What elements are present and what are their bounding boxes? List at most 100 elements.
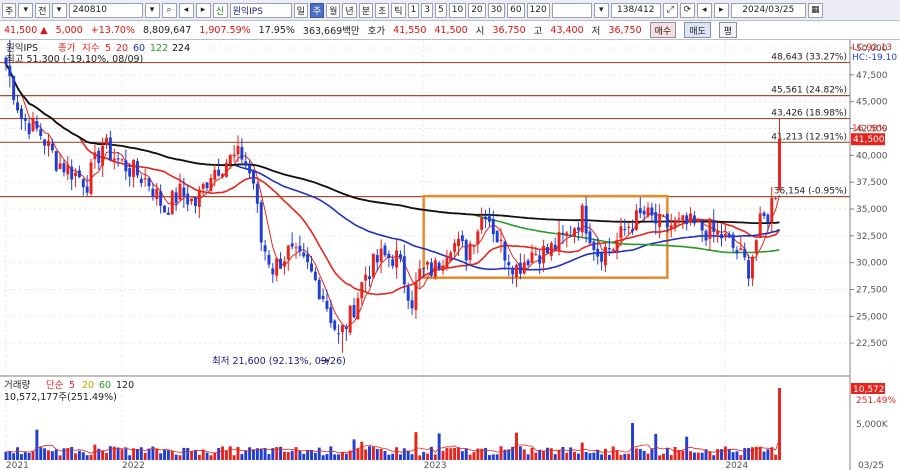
volume-bar (39, 447, 43, 460)
volume-bar (426, 453, 430, 460)
prev-date-icon[interactable]: ◂ (696, 2, 712, 18)
flat-button[interactable]: 평 (718, 22, 738, 38)
candle-body (445, 257, 449, 269)
volume-bar (12, 453, 16, 460)
volume-bar (252, 449, 255, 460)
volume-bar (16, 447, 20, 460)
candle-body (457, 238, 460, 247)
period-tick-tab[interactable]: 틱 (391, 2, 406, 18)
chevron-down-icon[interactable]: ▾ (18, 2, 34, 18)
candle-body (124, 160, 128, 172)
volume-current-label: 10,572K (853, 385, 891, 395)
volume-bar (669, 455, 673, 460)
candle-body (534, 253, 538, 255)
volume-bar (282, 451, 286, 460)
candle-body (290, 243, 294, 247)
period-minute-tab[interactable]: 분 (358, 2, 373, 18)
stock-code-input[interactable]: 240810 (68, 2, 143, 18)
interval-60-button[interactable]: 60 (507, 2, 525, 18)
candle-body (74, 172, 78, 177)
volume-bar (120, 449, 124, 460)
period-month-tab[interactable]: 월 (326, 2, 341, 18)
candle-body (422, 268, 426, 270)
sell-button[interactable]: 매도 (684, 22, 711, 38)
period-second-tab[interactable]: 초 (374, 2, 390, 18)
candle-body (395, 250, 399, 268)
volume-bar (576, 453, 580, 460)
y-tick-label: 30,000 (856, 259, 888, 269)
period-year-tab[interactable]: 년 (342, 2, 357, 18)
volume-bar (418, 455, 422, 460)
interval-1-button[interactable]: 1 (407, 2, 420, 18)
candle-body (774, 198, 778, 200)
y-tick-label: 25,000 (856, 312, 888, 322)
candle-body (391, 259, 395, 267)
refresh-icon[interactable]: ⟳ (679, 2, 695, 18)
interval-30-button[interactable]: 30 (487, 2, 506, 18)
zoom-in-icon[interactable]: ⤢ (662, 2, 678, 18)
interval-custom-input[interactable] (551, 2, 592, 18)
chevron-down-icon[interactable]: ▾ (51, 2, 67, 18)
volume-ratio: 1,907.59% (199, 24, 251, 36)
candle-body (81, 179, 85, 188)
candle-body (139, 178, 143, 184)
candle-body (387, 253, 391, 259)
candle-body (105, 137, 108, 146)
volume-bar (569, 447, 573, 460)
bid-label: 호가 (367, 26, 386, 37)
candle-body (708, 220, 712, 239)
interval-5-button[interactable]: 5 (435, 2, 447, 18)
low-price: 36,750 (608, 24, 642, 36)
candle-body (101, 145, 105, 166)
volume-bar (484, 448, 488, 460)
quote-bar: 41,500 ▲ 5,000 +13.70% 8,809,647 1,907.5… (0, 21, 900, 40)
buy-button[interactable]: 매수 (649, 22, 677, 38)
volume-bar (19, 454, 23, 460)
volume-bar (263, 448, 267, 460)
interval-120-button[interactable]: 120 (526, 2, 550, 18)
volume-bar (325, 454, 329, 460)
period-day-tab[interactable]: 일 (293, 2, 308, 18)
prev-button[interactable]: 전 (35, 2, 50, 18)
next-date-icon[interactable]: ▸ (713, 2, 729, 18)
candle-body (267, 254, 271, 265)
candle-body (275, 258, 279, 276)
interval-20-button[interactable]: 20 (468, 2, 486, 18)
data-count: 138/412 (610, 2, 661, 18)
volume-bar (406, 450, 410, 460)
volume-bar (588, 453, 592, 460)
volume-bar (735, 451, 739, 460)
chart-area[interactable]: 48,643 (33.27%) 45,561 (24.82%) 43,426 (18… (0, 40, 900, 470)
interval-3-button[interactable]: 3 (421, 2, 433, 18)
current-price: 41,500 ▲ (4, 24, 48, 36)
high-price: 43,400 (550, 24, 584, 36)
candle-body (282, 261, 286, 267)
candle-body (286, 245, 290, 260)
date-input[interactable]: 2024/03/25 (730, 2, 806, 18)
volume-bar (224, 450, 228, 460)
chevron-down-icon[interactable]: ▾ (593, 2, 609, 18)
candle-body (522, 262, 526, 274)
candle-body (186, 193, 190, 205)
volume-bar (217, 447, 221, 460)
candle-body (333, 320, 337, 330)
calendar-icon[interactable]: ▦ (807, 2, 823, 18)
candle-body (248, 164, 252, 174)
candle-body (151, 188, 155, 198)
volume-bar (259, 448, 263, 460)
volume-bar (627, 453, 631, 460)
prev-stock-icon[interactable]: ◂ (178, 2, 194, 18)
search-icon[interactable]: ⌕ (161, 2, 177, 18)
volume-bar (453, 448, 457, 460)
candle-body (557, 232, 561, 252)
current-price-pct: 16.08% (852, 124, 887, 134)
candle-body (62, 163, 66, 173)
interval-10-button[interactable]: 10 (448, 2, 467, 18)
candle-body (669, 225, 673, 229)
volume-bar (623, 454, 627, 460)
period-week-tab[interactable]: 주 (309, 2, 325, 18)
next-stock-icon[interactable]: ▸ (195, 2, 211, 18)
mode-select[interactable]: 주 (2, 2, 17, 18)
volume-bar (662, 453, 665, 460)
dropdown-icon[interactable]: ▾ (144, 2, 160, 18)
